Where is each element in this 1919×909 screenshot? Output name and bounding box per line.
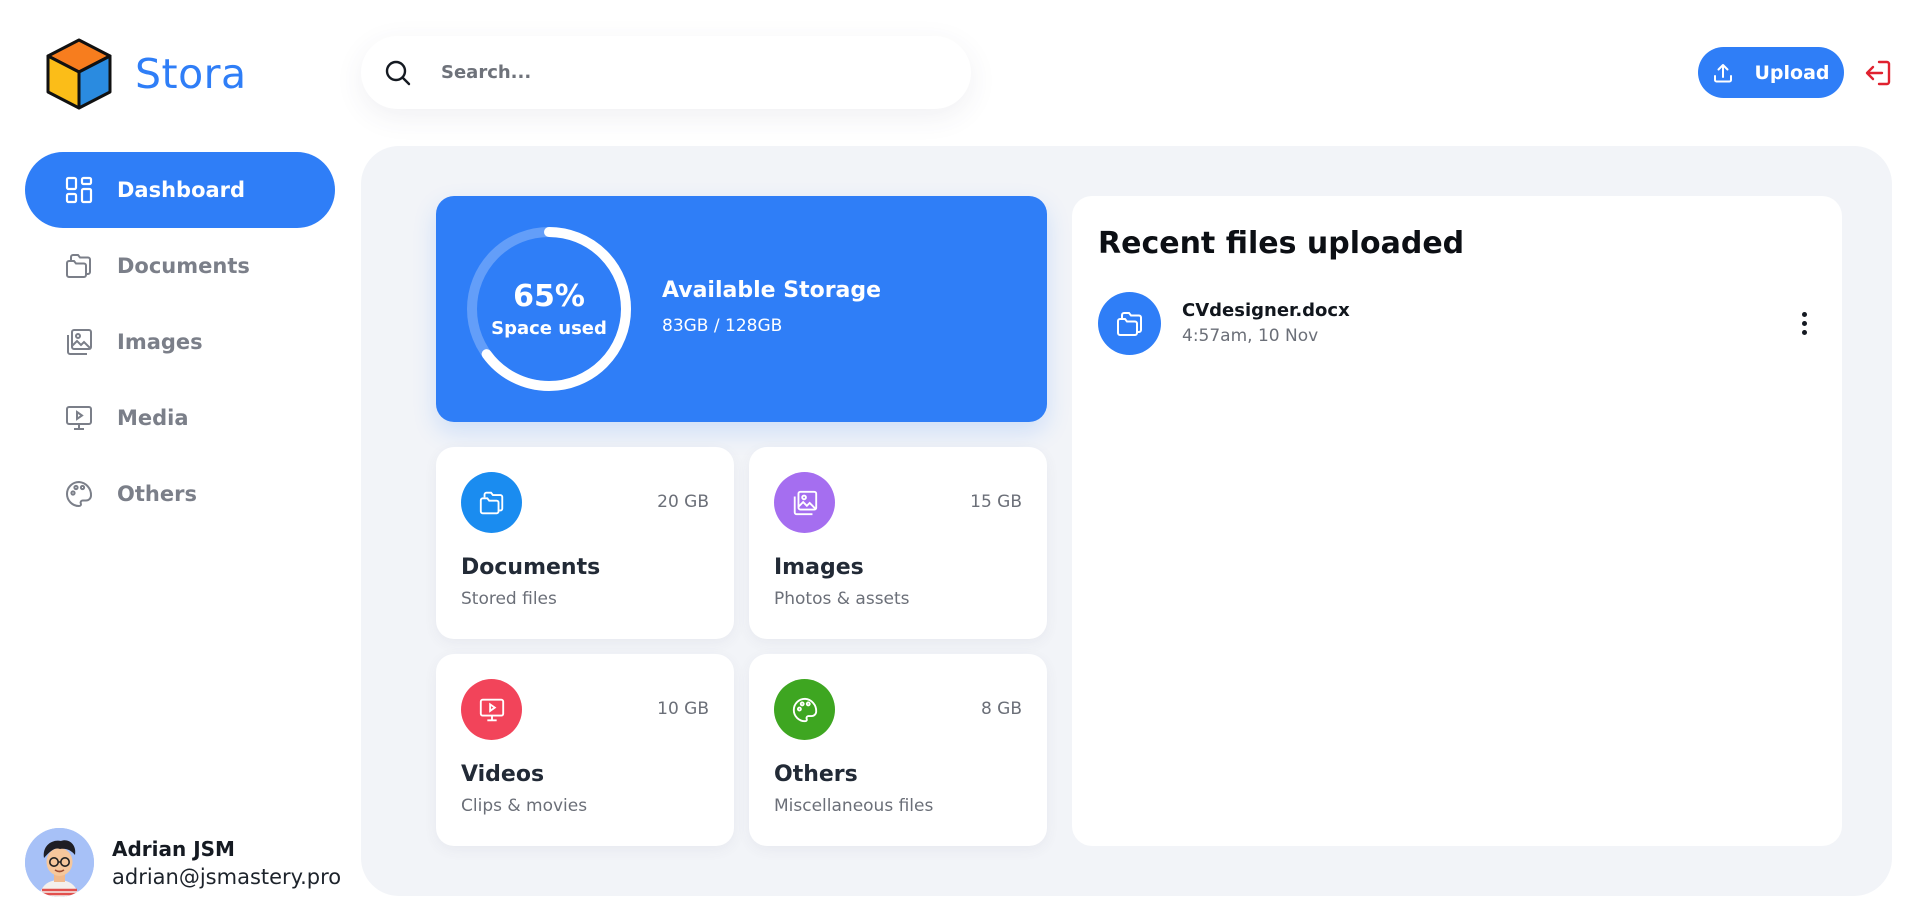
- sidebar-item-media[interactable]: Media: [25, 380, 335, 456]
- search-bar[interactable]: [361, 36, 971, 109]
- palette-icon: [774, 679, 835, 740]
- search-icon: [385, 60, 411, 85]
- storage-usage: 83GB / 128GB: [662, 316, 783, 336]
- sidebar-item-label: Images: [117, 330, 203, 354]
- category-desc: Clips & movies: [461, 796, 588, 816]
- storage-ring-label: 65% Space used: [464, 224, 634, 394]
- sidebar-nav: Dashboard Documents Images Media Others: [25, 152, 335, 532]
- sidebar-item-label: Media: [117, 406, 189, 430]
- recent-files-title: Recent files uploaded: [1098, 226, 1465, 261]
- sidebar-item-label: Dashboard: [117, 178, 246, 202]
- upload-icon: [1714, 63, 1733, 82]
- storage-info: Available Storage 83GB / 128GB: [662, 278, 881, 336]
- file-name: CVdesigner.docx: [1182, 300, 1350, 321]
- palette-icon: [63, 478, 95, 510]
- sidebar-item-images[interactable]: Images: [25, 304, 335, 380]
- brand-logo[interactable]: Stora: [45, 37, 247, 111]
- video-icon: [461, 679, 522, 740]
- file-date: 4:57am, 10 Nov: [1182, 326, 1319, 346]
- images-icon: [774, 472, 835, 533]
- dashboard-icon: [63, 174, 95, 206]
- user-profile[interactable]: Adrian JSM adrian@jsmastery.pro: [25, 828, 341, 897]
- sidebar-item-label: Others: [117, 482, 197, 506]
- list-item[interactable]: CVdesigner.docx 4:57am, 10 Nov: [1098, 292, 1816, 356]
- more-options-icon[interactable]: [1792, 306, 1816, 340]
- folder-icon: [461, 472, 522, 533]
- search-input[interactable]: [441, 62, 921, 83]
- dashboard-panel: 65% Space used Available Storage 83GB / …: [361, 146, 1892, 896]
- category-card-videos[interactable]: 10 GB Videos Clips & movies: [436, 654, 734, 846]
- category-name: Others: [774, 762, 858, 787]
- category-card-others[interactable]: 8 GB Others Miscellaneous files: [749, 654, 1047, 846]
- category-desc: Stored files: [461, 589, 557, 609]
- upload-label: Upload: [1754, 61, 1830, 84]
- sidebar-item-others[interactable]: Others: [25, 456, 335, 532]
- sidebar-item-documents[interactable]: Documents: [25, 228, 335, 304]
- storage-used-label: Space used: [491, 318, 607, 339]
- category-size: 10 GB: [657, 699, 709, 719]
- category-desc: Photos & assets: [774, 589, 910, 609]
- category-size: 20 GB: [657, 492, 709, 512]
- storage-title: Available Storage: [662, 278, 882, 303]
- avatar: [25, 828, 94, 897]
- category-size: 15 GB: [970, 492, 1022, 512]
- user-name: Adrian JSM: [112, 836, 235, 861]
- storage-card: 65% Space used Available Storage 83GB / …: [436, 196, 1047, 422]
- category-card-images[interactable]: 15 GB Images Photos & assets: [749, 447, 1047, 639]
- category-size: 8 GB: [980, 699, 1022, 719]
- documents-icon: [63, 250, 95, 282]
- category-name: Images: [774, 555, 864, 580]
- brand-name: Stora: [135, 50, 247, 98]
- images-icon: [63, 326, 95, 358]
- user-email: adrian@jsmastery.pro: [112, 864, 342, 889]
- category-name: Videos: [461, 762, 545, 787]
- upload-button[interactable]: Upload: [1698, 47, 1844, 98]
- recent-files-panel: Recent files uploaded CVdesigner.docx 4:…: [1072, 196, 1842, 846]
- category-desc: Miscellaneous files: [774, 796, 934, 816]
- sidebar-item-label: Documents: [117, 254, 250, 278]
- folder-icon: [1098, 292, 1161, 355]
- category-card-documents[interactable]: 20 GB Documents Stored files: [436, 447, 734, 639]
- logout-icon[interactable]: [1864, 58, 1894, 88]
- media-icon: [63, 402, 95, 434]
- sidebar-item-dashboard[interactable]: Dashboard: [25, 152, 335, 228]
- cube-logo-icon: [46, 38, 112, 110]
- category-name: Documents: [461, 555, 601, 580]
- storage-percent: 65%: [513, 279, 585, 314]
